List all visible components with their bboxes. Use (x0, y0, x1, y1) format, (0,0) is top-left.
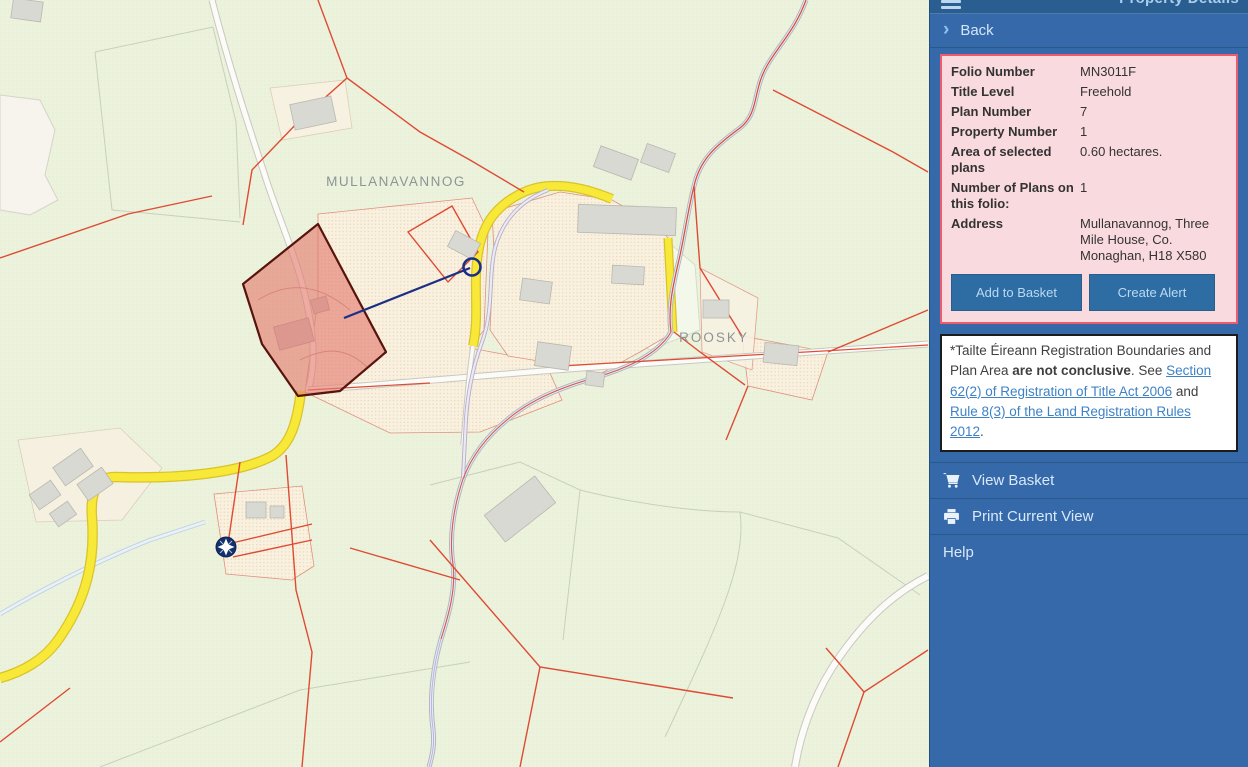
field-value: Freehold (1080, 84, 1227, 100)
chevron-right-icon: › (943, 20, 949, 39)
disclaimer-text: . See (1131, 363, 1166, 378)
field-area: Area of selected plans 0.60 hectares. (951, 144, 1227, 176)
field-label: Area of selected plans (951, 144, 1080, 176)
townland-label-roosky: ROOSKY (679, 330, 749, 345)
field-title-level: Title Level Freehold (951, 84, 1227, 100)
field-property-number: Property Number 1 (951, 124, 1227, 140)
disclaimer-text: . (980, 424, 984, 439)
folio-details-card: Folio Number MN3011F Title Level Freehol… (940, 54, 1238, 324)
field-label: Plan Number (951, 104, 1080, 120)
view-basket-button[interactable]: View Basket (930, 462, 1248, 498)
field-plan-number: Plan Number 7 (951, 104, 1227, 120)
menu-icon[interactable] (941, 0, 961, 9)
field-value: 0.60 hectares. (1080, 144, 1227, 176)
view-basket-label: View Basket (972, 472, 1054, 489)
field-label: Property Number (951, 124, 1080, 140)
print-current-view-button[interactable]: Print Current View (930, 498, 1248, 534)
map-canvas[interactable]: MULLANAVANNOG ROOSKY (0, 0, 929, 767)
property-details-panel: Property Details › Back Folio Number MN3… (929, 0, 1248, 767)
field-value: Mullanavannog, Three Mile House, Co. Mon… (1080, 216, 1227, 264)
print-current-view-label: Print Current View (972, 508, 1093, 525)
card-actions: Add to Basket Create Alert (951, 274, 1227, 311)
app-window: MULLANAVANNOG ROOSKY Property Details › … (0, 0, 1248, 767)
panel-header: Property Details (930, 0, 1248, 14)
back-button[interactable]: › Back (930, 14, 1248, 48)
map-svg: MULLANAVANNOG ROOSKY (0, 0, 929, 767)
field-label: Folio Number (951, 64, 1080, 80)
disclaimer-text: and (1172, 384, 1198, 399)
cart-icon (943, 472, 961, 490)
disclaimer-bold: are not conclusive (1012, 363, 1131, 378)
field-value: 1 (1080, 180, 1227, 212)
field-plan-count: Number of Plans on this folio: 1 (951, 180, 1227, 212)
sidebar-empty-area (930, 570, 1248, 767)
field-value: 1 (1080, 124, 1227, 140)
field-value: 7 (1080, 104, 1227, 120)
panel-title: Property Details (1119, 0, 1239, 7)
add-to-basket-button[interactable]: Add to Basket (951, 274, 1082, 311)
rule-8-link[interactable]: Rule 8(3) of the Land Registration Rules… (950, 404, 1191, 439)
help-button[interactable]: Help (930, 534, 1248, 570)
field-address: Address Mullanavannog, Three Mile House,… (951, 216, 1227, 264)
printer-icon (943, 508, 961, 526)
back-label: Back (960, 22, 993, 39)
field-label: Number of Plans on this folio: (951, 180, 1080, 212)
create-alert-button[interactable]: Create Alert (1089, 274, 1215, 311)
field-label: Address (951, 216, 1080, 264)
location-crosshair-marker (216, 537, 236, 557)
boundaries-disclaimer: *Tailte Éireann Registration Boundaries … (940, 334, 1238, 452)
field-folio-number: Folio Number MN3011F (951, 64, 1227, 80)
help-label: Help (943, 544, 974, 561)
townland-label-mullanavannog: MULLANAVANNOG (326, 174, 466, 189)
field-label: Title Level (951, 84, 1080, 100)
field-value: MN3011F (1080, 64, 1227, 80)
